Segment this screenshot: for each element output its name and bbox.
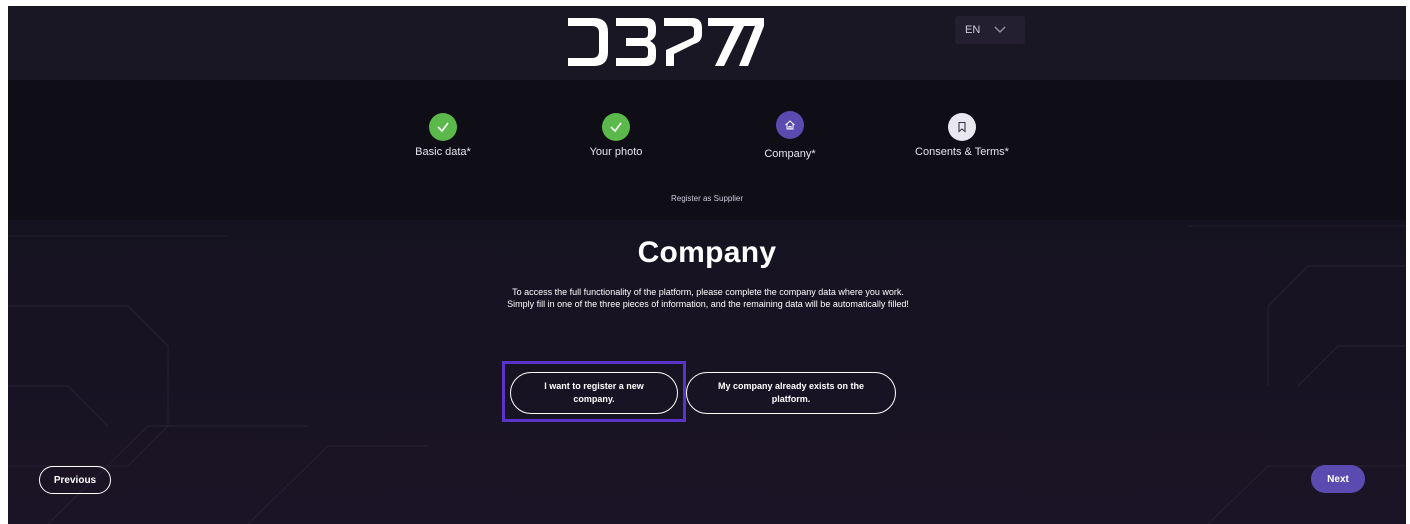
registration-page: EN Basic data* Your photo Company* Conse… bbox=[8, 6, 1406, 524]
registration-stepper: Basic data* Your photo Company* Consents… bbox=[8, 80, 1406, 220]
register-new-company-button[interactable]: I want to register a new company. bbox=[510, 372, 678, 414]
step-label: Basic data* bbox=[415, 146, 471, 158]
check-icon bbox=[429, 113, 457, 141]
page-frame: EN Basic data* Your photo Company* Conse… bbox=[0, 0, 1410, 524]
register-as-label: Register as Supplier bbox=[670, 194, 744, 203]
company-exists-button[interactable]: My company already exists on the platfor… bbox=[686, 372, 896, 414]
step-label: Your photo bbox=[589, 146, 643, 158]
step-company[interactable]: Company* bbox=[720, 111, 860, 160]
step-label: Company* bbox=[764, 148, 816, 160]
language-selected: EN bbox=[965, 24, 981, 36]
option-label: My company already exists on the platfor… bbox=[717, 381, 865, 404]
step-consents-terms[interactable]: Consents & Terms* bbox=[892, 113, 1032, 158]
option-label: I want to register a new company. bbox=[544, 381, 644, 404]
check-icon bbox=[602, 113, 630, 141]
next-button[interactable]: Next bbox=[1311, 465, 1365, 493]
bookmark-icon bbox=[948, 113, 976, 141]
top-bar: EN bbox=[8, 6, 1406, 80]
step-your-photo[interactable]: Your photo bbox=[546, 113, 686, 158]
company-description: To access the full functionality of the … bbox=[507, 287, 909, 309]
home-icon bbox=[776, 111, 804, 139]
step-basic-data[interactable]: Basic data* bbox=[373, 113, 513, 158]
previous-button[interactable]: Previous bbox=[39, 466, 111, 494]
dbr77-logo bbox=[568, 18, 764, 66]
page-title: Company bbox=[637, 236, 777, 269]
chevron-down-icon bbox=[994, 26, 1006, 33]
language-selector[interactable]: EN bbox=[955, 16, 1025, 44]
step-label: Consents & Terms* bbox=[915, 146, 1009, 158]
